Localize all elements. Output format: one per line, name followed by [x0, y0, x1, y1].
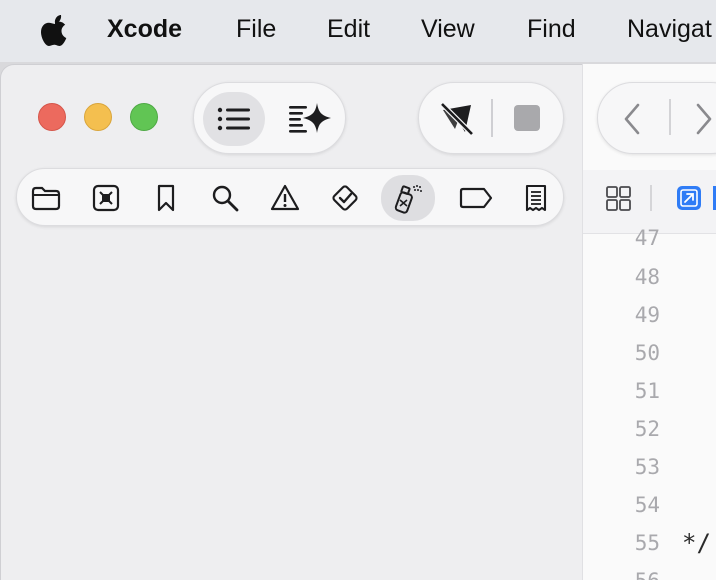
line-number: 54	[634, 493, 660, 517]
receipt-icon	[525, 184, 547, 212]
paper-plane-slash-icon[interactable]	[439, 101, 475, 137]
x-square-icon	[92, 184, 120, 212]
source-control-navigator-tab[interactable]	[84, 175, 128, 221]
code-line-55[interactable]: */	[682, 529, 711, 557]
menu-xcode[interactable]: Xcode	[107, 15, 182, 44]
swift-file-icon[interactable]	[677, 186, 701, 210]
magnifier-icon	[212, 185, 239, 212]
menu-find[interactable]: Find	[527, 15, 576, 44]
test-navigator-tab[interactable]	[323, 175, 367, 221]
run-controls-group	[418, 82, 564, 154]
line-number: 50	[634, 341, 660, 365]
bookmark-navigator-tab[interactable]	[144, 175, 188, 221]
navigator-tab-bar	[16, 168, 564, 226]
project-navigator-tab[interactable]	[24, 175, 68, 221]
line-number: 56	[600, 569, 660, 580]
bookmark-icon	[157, 184, 175, 212]
tab-separator	[650, 185, 652, 211]
toolbar-divider	[491, 99, 493, 137]
history-divider	[669, 99, 671, 135]
chevron-left-icon[interactable]	[622, 103, 642, 135]
close-window-button[interactable]	[38, 103, 66, 131]
navigator-toggle-button[interactable]	[203, 92, 265, 146]
find-navigator-tab[interactable]	[203, 175, 247, 221]
line-number: 49	[634, 303, 660, 327]
report-navigator-tab[interactable]	[514, 175, 558, 221]
menu-view[interactable]: View	[421, 15, 475, 44]
chevron-right-icon[interactable]	[694, 103, 714, 135]
menu-bar: Xcode File Edit View Find Navigat	[0, 0, 716, 62]
grid-icon[interactable]	[605, 185, 633, 213]
menu-edit[interactable]: Edit	[327, 15, 370, 44]
line-number: 55	[634, 531, 660, 555]
diamond-check-icon	[332, 185, 358, 211]
stop-square-icon[interactable]	[513, 104, 541, 132]
minimize-window-button[interactable]	[84, 103, 112, 131]
issue-navigator-tab[interactable]	[263, 175, 307, 221]
line-number: 47	[634, 226, 660, 250]
breakpoint-navigator-tab[interactable]	[452, 175, 502, 221]
apple-logo-icon[interactable]	[40, 13, 70, 47]
navigator-toggle-group	[193, 82, 346, 154]
sparkle-lines-icon[interactable]	[287, 101, 333, 137]
line-number: 51	[634, 379, 660, 403]
history-nav-group	[597, 82, 716, 154]
line-number: 48	[634, 265, 660, 289]
tag-icon	[459, 187, 493, 209]
menu-navigate[interactable]: Navigat	[627, 15, 712, 44]
folder-icon	[31, 186, 61, 211]
debug-navigator-tab[interactable]	[381, 175, 435, 221]
zoom-window-button[interactable]	[130, 103, 158, 131]
list-icon	[217, 107, 250, 131]
warning-triangle-icon	[270, 184, 300, 211]
menu-file[interactable]: File	[236, 15, 276, 44]
line-number: 53	[634, 455, 660, 479]
arrow-up-right-icon	[680, 189, 698, 207]
xcode-window: Xcode File Edit View Find Navigat 47 48 …	[0, 0, 716, 580]
spray-can-icon	[394, 185, 422, 214]
line-number: 52	[634, 417, 660, 441]
